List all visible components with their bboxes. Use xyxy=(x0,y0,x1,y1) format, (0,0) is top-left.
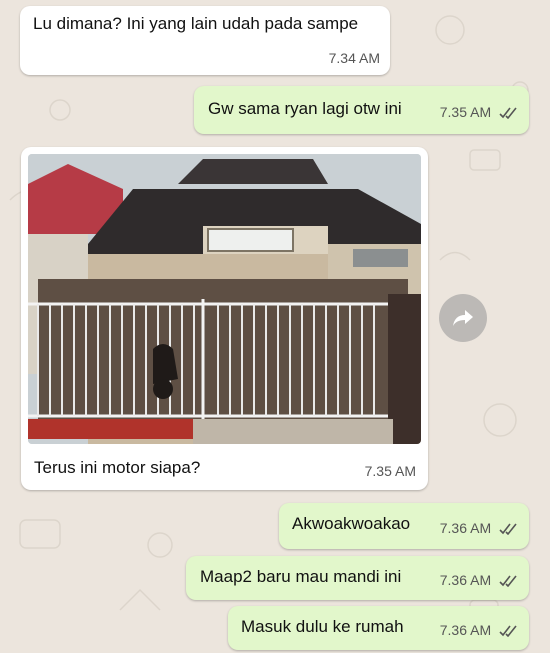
message-text: Akwoakwoakao xyxy=(292,514,411,533)
double-check-icon xyxy=(499,625,517,638)
message-time: 7.36 AM xyxy=(439,572,492,588)
message-bubble-outgoing[interactable]: Maap2 baru mau mandi ini 7.36 AM xyxy=(186,556,529,600)
message-time: 7.34 AM xyxy=(328,50,380,66)
message-time: 7.35 AM xyxy=(439,104,492,120)
house-illustration xyxy=(28,154,421,444)
message-bubble-outgoing[interactable]: Akwoakwoakao 7.36 AM xyxy=(279,503,529,549)
double-check-icon xyxy=(499,107,517,120)
image-caption: Terus ini motor siapa? xyxy=(34,458,201,477)
message-bubble-outgoing[interactable]: Gw sama ryan lagi otw ini 7.35 AM xyxy=(194,86,529,134)
message-time: 7.36 AM xyxy=(439,622,492,638)
house-photo[interactable] xyxy=(28,154,421,444)
double-check-icon xyxy=(499,523,517,536)
message-text: Maap2 baru mau mandi ini xyxy=(200,567,402,586)
message-meta: 7.36 AM xyxy=(440,622,519,638)
message-meta: 7.36 AM xyxy=(440,520,519,536)
message-meta: 7.35 AM xyxy=(440,104,519,120)
double-check-icon xyxy=(499,575,517,588)
message-text: Gw sama ryan lagi otw ini xyxy=(208,99,402,118)
image-message-bubble[interactable]: Terus ini motor siapa? 7.35 AM xyxy=(21,147,428,490)
forward-button[interactable] xyxy=(439,294,487,342)
message-time: 7.35 AM xyxy=(364,463,416,479)
message-text: Lu dimana? Ini yang lain udah pada sampe xyxy=(33,14,359,33)
forward-arrow-icon xyxy=(453,310,473,326)
message-bubble-outgoing[interactable]: Masuk dulu ke rumah 7.36 AM xyxy=(228,606,529,650)
message-text: Masuk dulu ke rumah xyxy=(241,617,404,636)
message-bubble-incoming[interactable]: Lu dimana? Ini yang lain udah pada sampe… xyxy=(20,6,390,75)
message-meta: 7.36 AM xyxy=(440,572,519,588)
message-time: 7.36 AM xyxy=(439,520,492,536)
